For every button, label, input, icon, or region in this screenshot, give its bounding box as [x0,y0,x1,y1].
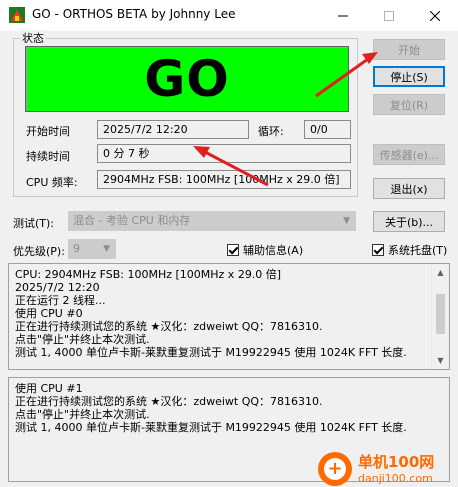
test-select[interactable]: 混合 - 考验 CPU 和内存 ▼ [68,211,356,231]
test-select-value: 混合 - 考验 CPU 和内存 [73,214,191,227]
duration-field: 0 分 7 秒 [97,144,351,163]
app-icon [9,7,25,23]
minimize-button[interactable] [320,0,366,31]
priority-label: 优先级(P): [13,245,65,258]
maximize-icon [384,10,394,21]
status-group-title: 状态 [20,30,46,46]
about-button[interactable]: 关于(b)... [373,211,445,232]
log-line: 正在进行持续测试您的系统 ★汉化：zdweiwt QQ：7816310. [15,320,323,333]
chevron-down-icon: ▼ [343,216,350,226]
checkbox-checked-icon [227,244,239,256]
watermark-title: 单机100网 [358,453,435,471]
cpu-freq-field: 2904MHz FSB: 100MHz [100MHz x 29.0 倍] [97,170,351,189]
start-time-label: 开始时间 [26,125,70,138]
start-button[interactable]: 开始 [373,39,445,60]
checkbox-checked-icon [372,244,384,256]
log-line: 正在运行 2 线程... [15,294,106,307]
test-label: 测试(T): [13,217,55,230]
chevron-down-icon: ▼ [103,244,110,254]
priority-select[interactable]: 9 ▼ [68,239,116,259]
priority-select-value: 9 [73,242,80,255]
status-display: GO [25,46,349,112]
log-line: 点击"停止"并终止本次测试. [15,333,150,346]
window-title: GO - ORTHOS BETA by Johnny Lee [32,7,236,21]
start-time-field: 2025/7/2 12:20 [97,120,249,139]
log-box-thread-0[interactable]: CPU: 2904MHz FSB: 100MHz [100MHz x 29.0 … [8,263,450,370]
minimize-icon [338,15,348,16]
reset-button[interactable]: 复位(R) [373,94,445,115]
loop-label: 循环: [258,125,284,138]
orthos-window: GO - ORTHOS BETA by Johnny Lee 状态 GO 开始时… [0,0,458,487]
scroll-up-icon[interactable]: ▲ [432,264,449,281]
scroll-thumb[interactable] [436,294,445,334]
close-icon [430,10,440,21]
log-line: 测试 1, 4000 单位卢卡斯-莱默重复测试于 M19922945 使用 10… [15,346,407,359]
log-line: 使用 CPU #0 [15,307,83,320]
duration-label: 持续时间 [26,150,70,163]
close-button[interactable] [412,0,458,31]
log-line: 测试 1, 4000 单位卢卡斯-莱默重复测试于 M19922945 使用 10… [15,421,407,434]
title-bar[interactable]: GO - ORTHOS BETA by Johnny Lee [0,0,458,31]
system-tray-checkbox[interactable]: 系统托盘(T) [372,242,447,258]
aux-info-checkbox[interactable]: 辅助信息(A) [227,242,303,258]
log-line: 正在进行持续测试您的系统 ★汉化：zdweiwt QQ：7816310. [15,395,323,408]
stop-button[interactable]: 停止(S) [373,66,445,87]
sensor-button[interactable]: 传感器(e)... [373,144,445,165]
scroll-down-icon[interactable]: ▼ [432,352,449,369]
log-line: 点击"停止"并终止本次测试. [15,408,150,421]
aux-info-label: 辅助信息(A) [243,244,304,257]
log-line: 2025/7/2 12:20 [15,281,100,294]
maximize-button[interactable] [366,0,412,31]
watermark-url: danji100.com [358,472,433,485]
system-tray-label: 系统托盘(T) [388,244,448,257]
cpu-freq-label: CPU 频率: [26,176,78,189]
watermark-logo-icon: + [318,452,352,486]
site-watermark: + 单机100网 danji100.com [318,446,458,487]
loop-field: 0/0 [304,120,351,139]
log-line: 使用 CPU #1 [15,382,83,395]
exit-button[interactable]: 退出(x) [373,178,445,199]
log-scrollbar[interactable]: ▲ ▼ [431,264,449,369]
status-display-text: GO [144,50,230,108]
log-line: CPU: 2904MHz FSB: 100MHz [100MHz x 29.0 … [15,268,282,281]
